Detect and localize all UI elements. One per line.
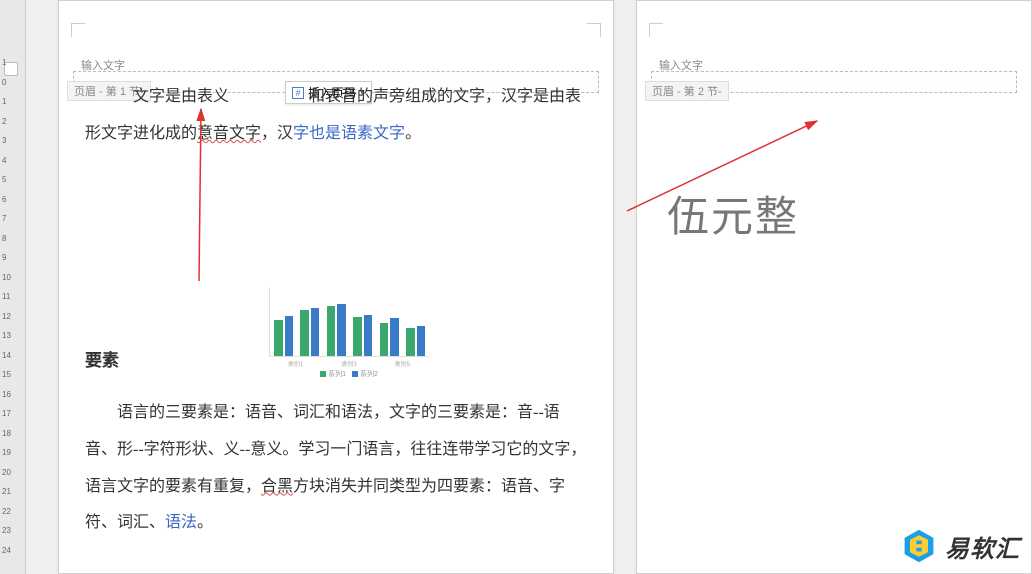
page2-large-text[interactable]: 伍元整: [667, 183, 799, 244]
vertical-ruler: 1012345678910111213141516171819202122232…: [0, 0, 26, 574]
ruler-tick: 1: [2, 58, 24, 67]
ruler-tick: 24: [2, 546, 24, 555]
ruler-tick: 19: [2, 448, 24, 457]
ruler-tick: 18: [2, 429, 24, 438]
ruler-tick: 13: [2, 331, 24, 340]
ruler-tick: 9: [2, 253, 24, 262]
ruler-tick: 16: [2, 390, 24, 399]
header-section-tag-2: 页眉 - 第 2 节-: [645, 81, 729, 101]
paragraph-2[interactable]: 语言的三要素是：语音、词汇和语法，文字的三要素是：音--语音、形--字符形状、义…: [85, 395, 587, 542]
ruler-tick: 8: [2, 234, 24, 243]
ruler-tick: 21: [2, 487, 24, 496]
paragraph-1[interactable]: 占位占文字是由表义占位占位占和表音的声旁组成的文字，汉字是由表形文字进化成的意音…: [85, 79, 587, 153]
ruler-tick: 6: [2, 195, 24, 204]
margin-corner: [587, 23, 601, 37]
logo-text: 易软汇: [945, 529, 1020, 564]
margin-corner: [649, 23, 663, 37]
logo-icon: [901, 528, 937, 564]
ruler-tick: 20: [2, 468, 24, 477]
document-page-1: 输入文字 页眉 - 第 1 节- # 插入页码 ▾ 占位占文字是由表义占位占位占…: [58, 0, 614, 574]
ruler-tick: 17: [2, 409, 24, 418]
ruler-tick: 11: [2, 292, 24, 301]
ruler-tick: 5: [2, 175, 24, 184]
ruler-tick: 12: [2, 312, 24, 321]
ruler-tick: 3: [2, 136, 24, 145]
ruler-tick: 1: [2, 97, 24, 106]
ruler-tick: 23: [2, 526, 24, 535]
ruler-tick: 0: [2, 78, 24, 87]
document-page-2: 输入文字 页眉 - 第 2 节- 伍元整: [636, 0, 1032, 574]
ruler-tick: 2: [2, 117, 24, 126]
margin-corner: [71, 23, 85, 37]
ruler-tick: 15: [2, 370, 24, 379]
ruler-tick: 7: [2, 214, 24, 223]
heading-elements[interactable]: 要素: [85, 341, 587, 380]
ruler-tick: 14: [2, 351, 24, 360]
watermark-logo: 易软汇: [901, 528, 1020, 564]
ruler-tick: 22: [2, 507, 24, 516]
ruler-tick: 10: [2, 273, 24, 282]
ruler-tick: 4: [2, 156, 24, 165]
